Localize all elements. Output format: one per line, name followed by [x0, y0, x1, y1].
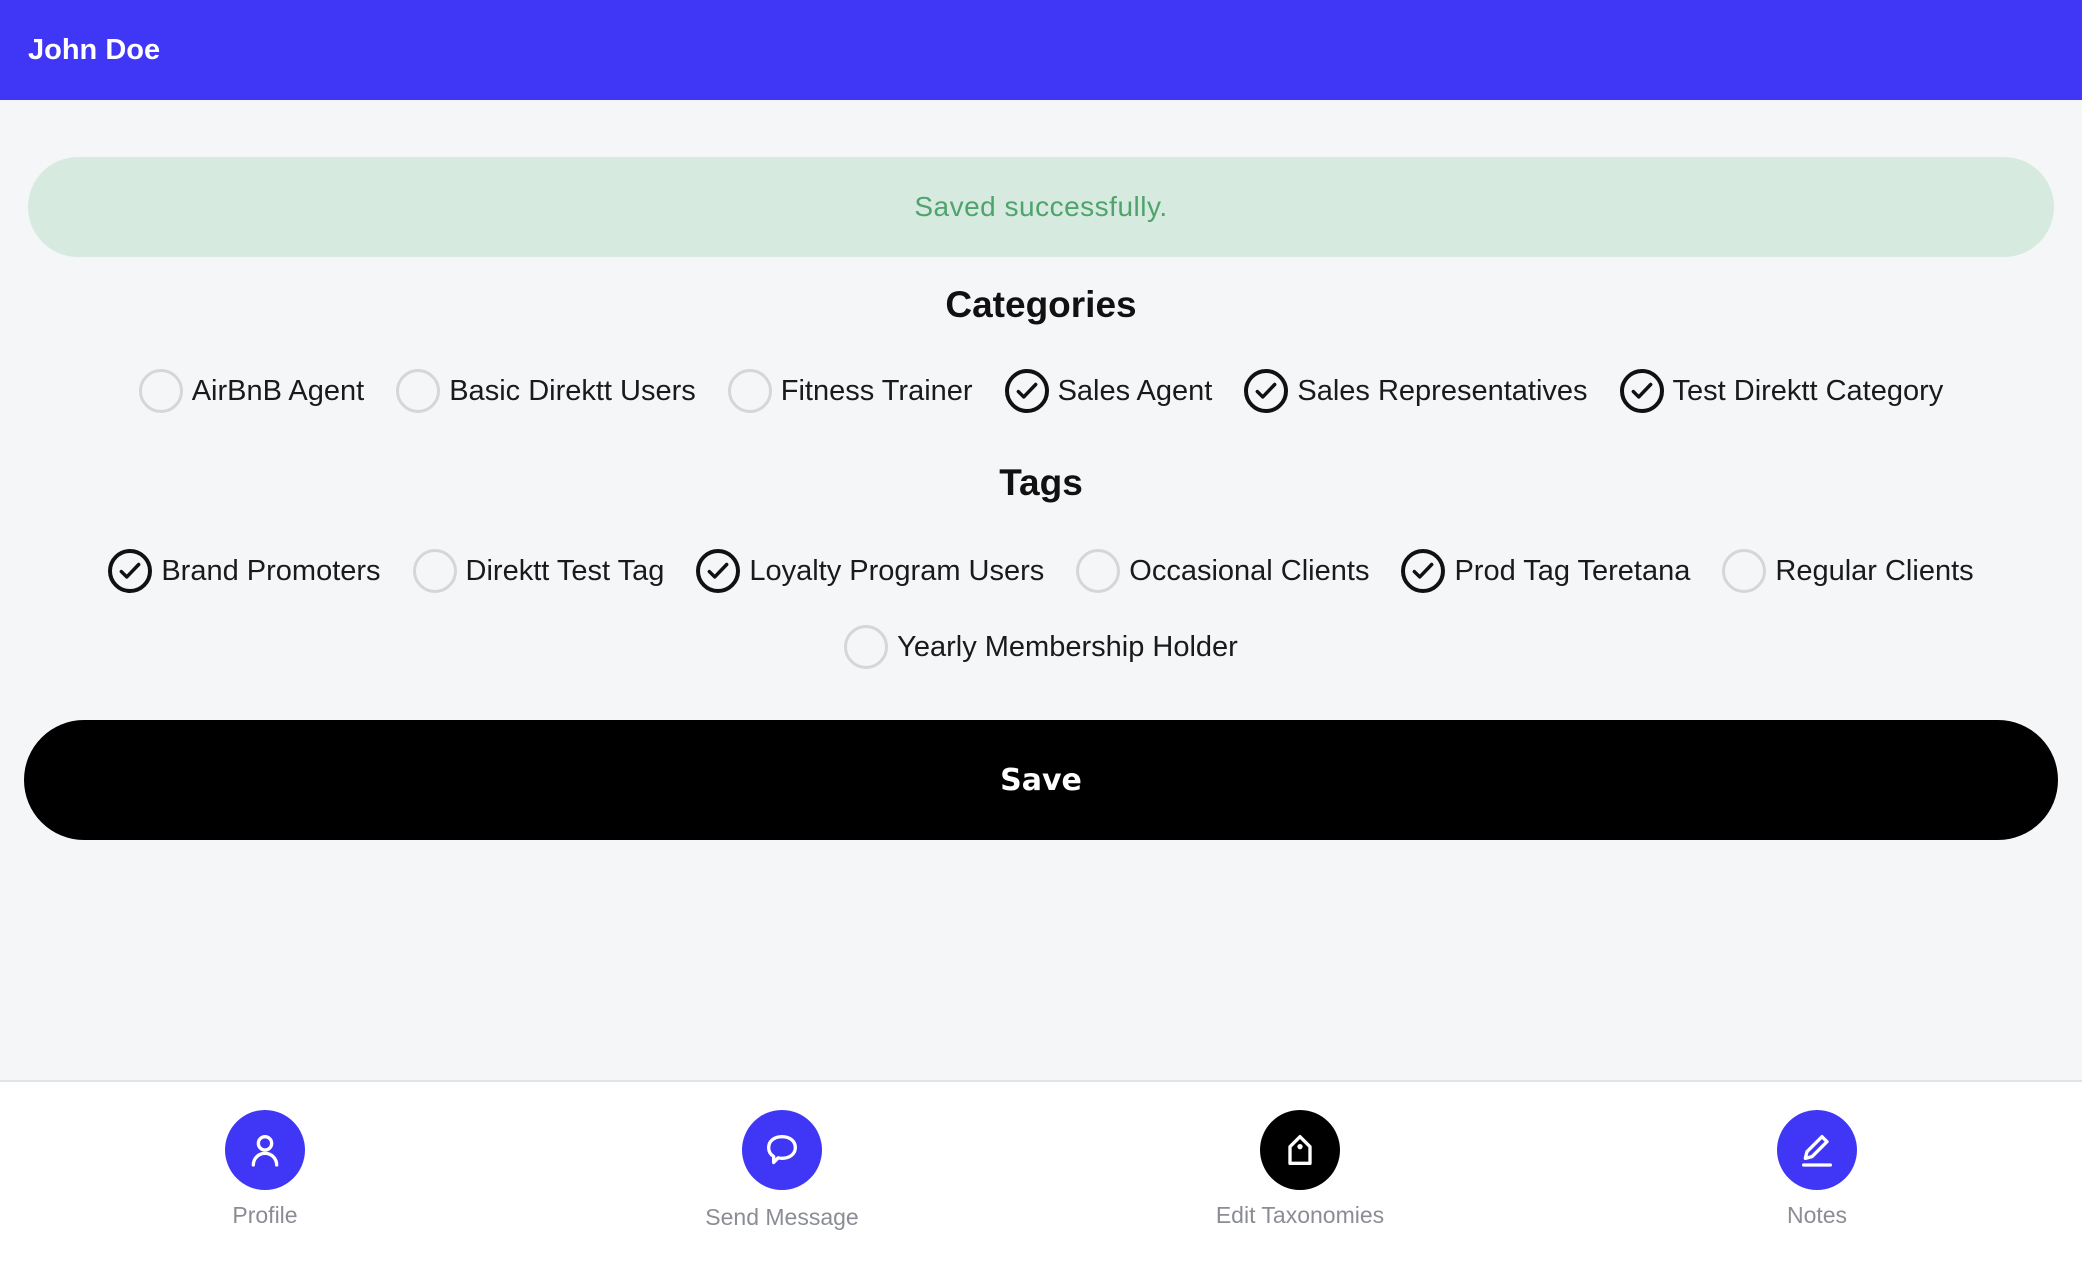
- tag-label: Regular Clients: [1775, 554, 1974, 587]
- check-icon: [1631, 382, 1652, 399]
- header-title: John Doe: [28, 33, 161, 66]
- checkbox-circle[interactable]: [696, 549, 741, 593]
- category-option[interactable]: Sales Representatives: [1244, 366, 1588, 416]
- nav-label: Profile: [232, 1202, 298, 1228]
- category-label: Test Direktt Category: [1672, 374, 1944, 407]
- tag-label: Direktt Test Tag: [465, 554, 665, 587]
- categories-list: AirBnB Agent Basic Direktt Users Fitness…: [0, 366, 2082, 416]
- category-label: Fitness Trainer: [780, 374, 973, 407]
- category-option[interactable]: Basic Direktt Users: [396, 366, 696, 416]
- category-option[interactable]: Sales Agent: [1004, 366, 1213, 416]
- checkbox-circle[interactable]: [844, 625, 889, 669]
- tag-label: Prod Tag Teretana: [1454, 554, 1691, 587]
- check-icon: [1413, 562, 1434, 579]
- category-option[interactable]: AirBnB Agent: [138, 366, 365, 416]
- category-option[interactable]: Test Direktt Category: [1619, 366, 1944, 416]
- checkbox-circle[interactable]: [1244, 369, 1289, 413]
- user-icon[interactable]: [225, 1110, 305, 1190]
- categories-title: Categories: [945, 284, 1137, 325]
- check-icon: [1016, 382, 1037, 399]
- tag-option[interactable]: Yearly Membership Holder: [844, 622, 1238, 672]
- pencil-icon[interactable]: [1777, 1110, 1857, 1190]
- tag-option[interactable]: Regular Clients: [1722, 546, 1974, 596]
- checkbox-circle[interactable]: [108, 549, 153, 593]
- tag-icon[interactable]: [1260, 1110, 1340, 1190]
- nav-label: Send Message: [705, 1204, 859, 1230]
- nav-edit-taxonomies[interactable]: Edit Taxonomies: [1170, 1110, 1430, 1229]
- chat-bubble-icon[interactable]: [742, 1110, 822, 1190]
- tag-option[interactable]: Prod Tag Teretana: [1401, 546, 1690, 596]
- tag-label: Loyalty Program Users: [749, 554, 1045, 587]
- check-icon: [119, 562, 141, 579]
- tag-label: Brand Promoters: [161, 554, 381, 587]
- tags-list: Brand Promoters Direktt Test Tag Loyalty…: [0, 546, 2082, 672]
- tags-title: Tags: [999, 462, 1083, 503]
- bottom-nav-bar: Profile Send Message Edit Taxonomies Not…: [0, 1080, 2082, 1264]
- tag-option[interactable]: Loyalty Program Users: [696, 546, 1044, 596]
- save-button[interactable]: Save: [24, 720, 2058, 840]
- alert-message: Saved successfully.: [914, 191, 1168, 222]
- checkbox-circle[interactable]: [1619, 369, 1664, 413]
- category-label: Basic Direktt Users: [449, 374, 696, 407]
- checkbox-circle[interactable]: [396, 369, 441, 413]
- nav-label: Notes: [1786, 1202, 1848, 1228]
- tag-label: Yearly Membership Holder: [897, 630, 1238, 663]
- tag-label: Occasional Clients: [1129, 554, 1370, 587]
- checkbox-circle[interactable]: [1076, 549, 1121, 593]
- category-label: AirBnB Agent: [191, 374, 365, 407]
- nav-notes[interactable]: Notes: [1687, 1110, 1947, 1229]
- tag-option[interactable]: Brand Promoters: [108, 546, 381, 596]
- nav-profile[interactable]: Profile: [135, 1110, 395, 1229]
- nav-send-message[interactable]: Send Message: [652, 1110, 912, 1231]
- checkbox-circle[interactable]: [138, 369, 183, 413]
- nav-label: Edit Taxonomies: [1215, 1202, 1385, 1228]
- checkbox-circle[interactable]: [727, 369, 772, 413]
- check-icon: [707, 562, 729, 579]
- tag-option[interactable]: Occasional Clients: [1076, 546, 1369, 596]
- category-label: Sales Agent: [1057, 374, 1213, 407]
- tag-option[interactable]: Direktt Test Tag: [412, 546, 665, 596]
- checkbox-circle[interactable]: [1401, 549, 1446, 593]
- checkbox-circle[interactable]: [1722, 549, 1767, 593]
- check-icon: [1255, 382, 1277, 399]
- category-label: Sales Representatives: [1297, 374, 1588, 407]
- success-alert: Saved successfully.: [28, 157, 2054, 257]
- category-option[interactable]: Fitness Trainer: [727, 366, 973, 416]
- checkbox-circle[interactable]: [412, 549, 457, 593]
- checkbox-circle[interactable]: [1004, 369, 1049, 413]
- app-header: John Doe: [0, 0, 2082, 100]
